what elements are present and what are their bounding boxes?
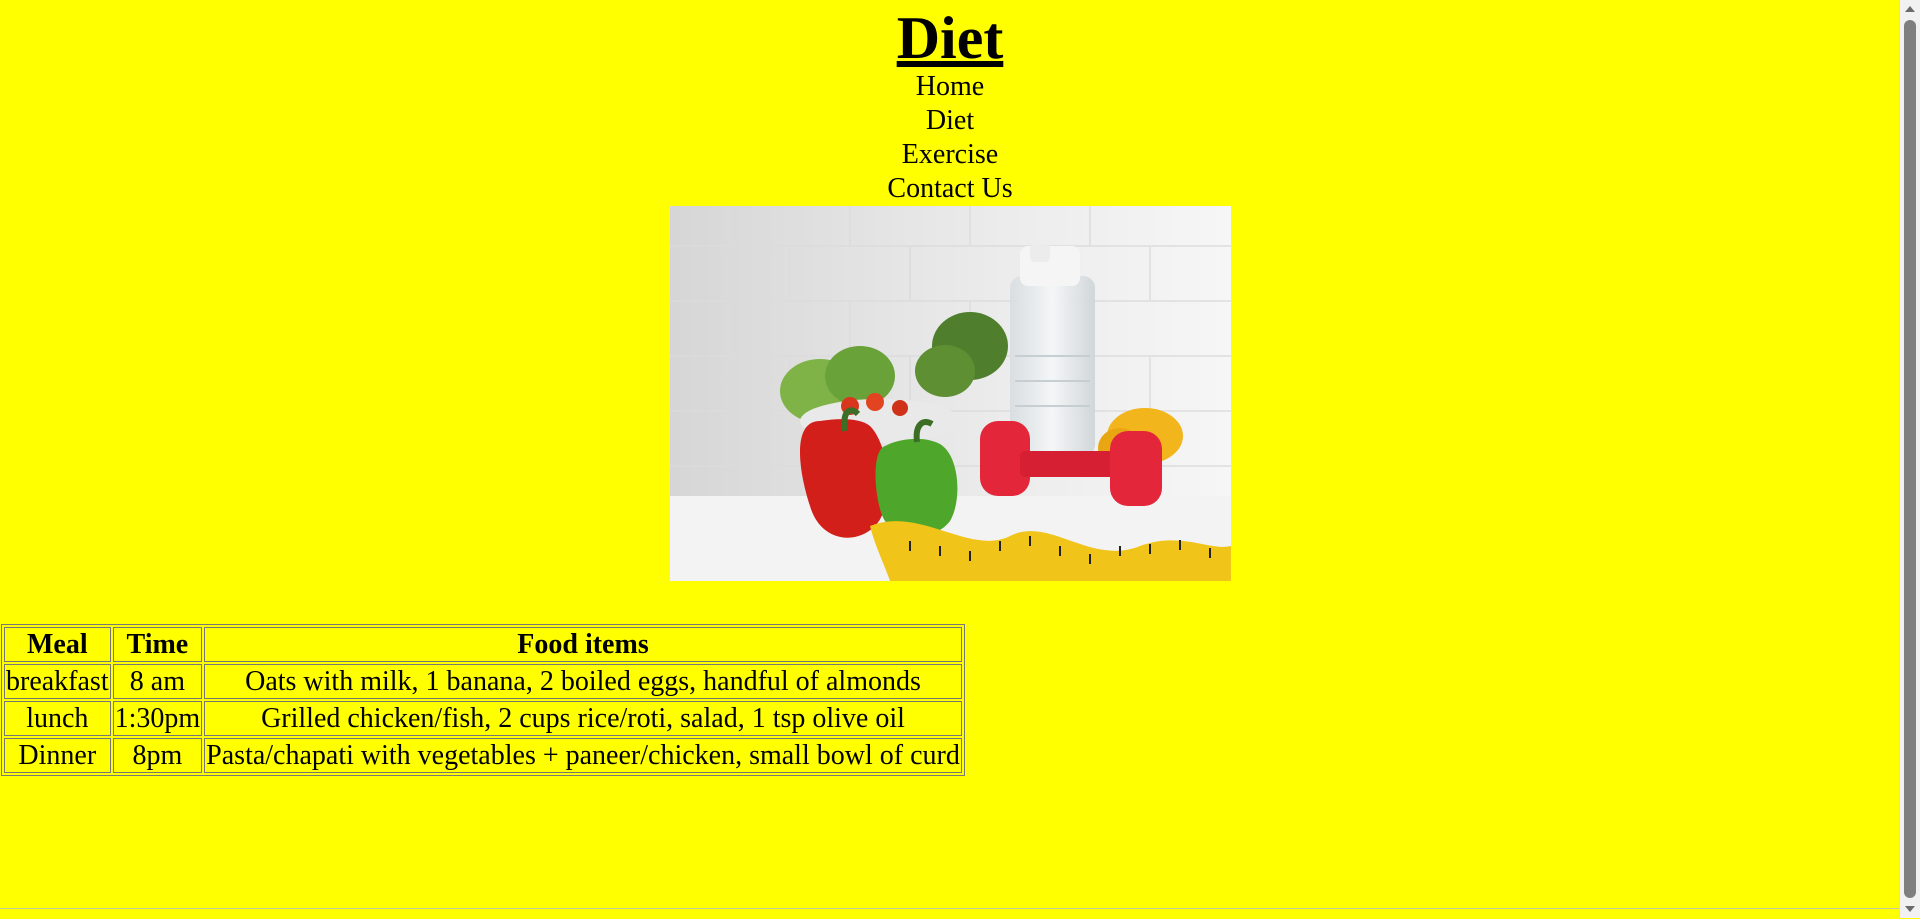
scroll-thumb[interactable] (1904, 20, 1916, 898)
nav-link-label: Home (915, 71, 985, 102)
nav-link-label: Diet (925, 105, 975, 136)
food-items-cell: Pasta/chapati with vegetables + paneer/c… (204, 738, 962, 773)
nav-link-home[interactable]: Home (0, 70, 1900, 104)
nav-link-label: Contact Us (887, 173, 1013, 204)
vertical-scrollbar[interactable] (1899, 0, 1920, 918)
column-header-meal: Meal (4, 627, 111, 662)
meal-cell: lunch (4, 701, 111, 736)
table-row: Dinner 8pm Pasta/chapati with vegetables… (4, 738, 962, 773)
nav-link-contact-us[interactable]: Contact Us (0, 172, 1900, 206)
nav-link-diet[interactable]: Diet (0, 104, 1900, 138)
food-items-cell: Grilled chicken/fish, 2 cups rice/roti, … (204, 701, 962, 736)
meal-cell: breakfast (4, 664, 111, 699)
page: Diet Home Diet Exercise Contact Us Meal … (0, 0, 1900, 919)
food-items-cell: Oats with milk, 1 banana, 2 boiled eggs,… (204, 664, 962, 699)
time-cell: 8 am (112, 664, 203, 699)
time-cell: 8pm (112, 738, 203, 773)
table-row: lunch 1:30pm Grilled chicken/fish, 2 cup… (4, 701, 962, 736)
nav-link-exercise[interactable]: Exercise (0, 138, 1900, 172)
hero-illustration (670, 206, 1231, 581)
column-header-time: Time (112, 627, 203, 662)
footer (0, 908, 1900, 919)
diet-table: Meal Time Food items breakfast 8 am Oats… (1, 624, 965, 776)
hero-image (670, 206, 1231, 581)
scroll-up-arrow-icon[interactable] (1905, 6, 1915, 12)
main-nav: Home Diet Exercise Contact Us (0, 70, 1900, 206)
nav-link-label: Exercise (901, 139, 999, 170)
page-title: Diet (896, 5, 1004, 71)
meal-cell: Dinner (4, 738, 111, 773)
table-row: breakfast 8 am Oats with milk, 1 banana,… (4, 664, 962, 699)
column-header-food-items: Food items (204, 627, 962, 662)
scroll-down-arrow-icon[interactable] (1905, 906, 1915, 912)
time-cell: 1:30pm (112, 701, 203, 736)
table-header-row: Meal Time Food items (4, 627, 962, 662)
